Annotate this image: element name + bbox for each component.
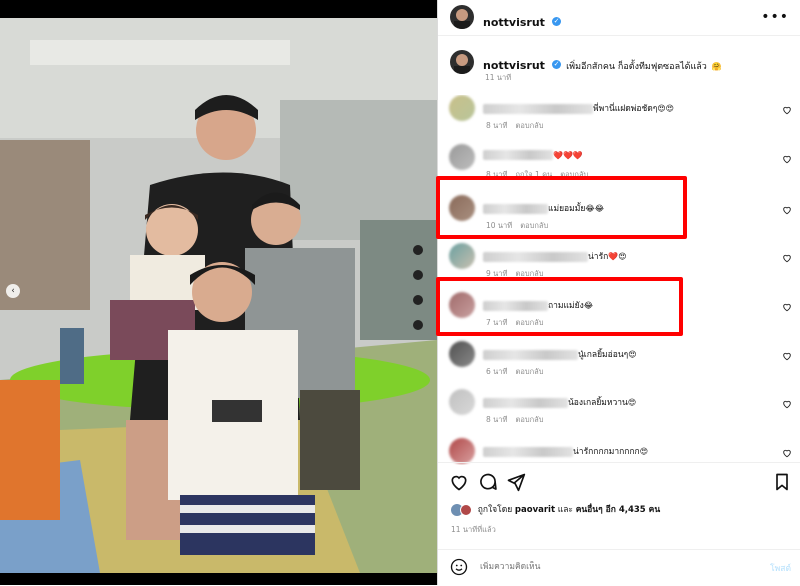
- comment-like-icon[interactable]: [782, 154, 792, 164]
- likes-summary: ถูกใจโดย paovarit และ คนอื่นๆ อีก 4,435 …: [451, 502, 660, 516]
- comment-like-icon[interactable]: [782, 105, 792, 115]
- highlight-box: [436, 277, 683, 336]
- comment-input[interactable]: [478, 561, 722, 573]
- comment-username-blurred[interactable]: [483, 251, 588, 262]
- comment-item: พี่พานี่แฝดพ่อชัดๆ😍😍 8 นาที ตอบกลับ: [438, 95, 800, 144]
- add-comment-bar: โพสต์: [438, 549, 800, 586]
- reply-link[interactable]: ตอบกลับ: [515, 121, 543, 130]
- comment-emoji: 😍😍: [657, 104, 675, 113]
- comment-text-line: น่ารักกกกมากกกก😍: [483, 444, 648, 458]
- comment-item: นู๋เกลยิ้มอ่อนๆ😍 6 นาที ตอบกลับ: [438, 341, 800, 390]
- post-photo: ‹: [0, 0, 437, 585]
- comment-emoji: 😍: [627, 398, 637, 407]
- avatar[interactable]: [449, 243, 475, 269]
- comment-emoji: 😍: [628, 350, 637, 359]
- comment-item: น่ารักกกกมากกกก😍: [438, 438, 800, 465]
- comment-text-line: น่ารัก❤️😍: [483, 249, 627, 263]
- caption-username[interactable]: nottvisrut: [483, 59, 545, 72]
- comment-like-icon[interactable]: [782, 399, 792, 409]
- post-comment-button[interactable]: โพสต์: [770, 561, 791, 575]
- share-icon[interactable]: [506, 472, 526, 492]
- comment-username-blurred[interactable]: [483, 446, 573, 457]
- caption: nottvisrut ✓ เพิ่มอีกสักคน ก็อตั้งทีมฟุต…: [483, 54, 722, 73]
- caption-emoji: 🤗: [711, 62, 722, 71]
- action-bar: [438, 462, 800, 503]
- more-icon[interactable]: •••: [761, 9, 789, 25]
- post-time: 11 นาทีที่แล้ว: [451, 525, 496, 534]
- comment-emoji: ❤️😍: [608, 252, 627, 261]
- reply-link[interactable]: ตอบกลับ: [515, 415, 543, 424]
- liker-avatars: [451, 503, 475, 516]
- comment-text-line: ❤️❤️❤️: [483, 150, 583, 161]
- comment-meta: 8 นาที ตอบกลับ: [486, 414, 552, 426]
- comment-icon[interactable]: [478, 472, 498, 492]
- comment-username-blurred[interactable]: [483, 397, 568, 408]
- comment-item: น้องเกลยิ้มหวาน😍 8 นาที ตอบกลับ: [438, 389, 800, 438]
- avatar[interactable]: [449, 341, 475, 367]
- comment-text: น้องเกลยิ้มหวาน: [568, 398, 628, 408]
- carousel-prev-icon[interactable]: ‹: [6, 284, 20, 298]
- comment-like-icon[interactable]: [782, 448, 792, 458]
- comment-text-line: นู๋เกลยิ้มอ่อนๆ😍: [483, 347, 637, 361]
- comment-text: น่ารักกกกมากกกก: [573, 447, 640, 457]
- reply-link[interactable]: ตอบกลับ: [515, 367, 543, 376]
- comment-meta-item: 6 นาที: [486, 367, 508, 376]
- comment-like-icon[interactable]: [782, 351, 792, 361]
- avatar[interactable]: [450, 50, 474, 74]
- caption-time: 11 นาที: [485, 73, 512, 82]
- comment-meta-item: 8 นาที: [486, 415, 508, 424]
- comment-emoji: 😍: [639, 447, 649, 456]
- comment-text: นู๋เกลยิ้มอ่อนๆ: [578, 350, 629, 360]
- highlight-box: [436, 176, 687, 239]
- likes-suffix: และ: [557, 505, 573, 515]
- comment-like-icon[interactable]: [782, 205, 792, 215]
- post-panel: nottvisrut ✓ ••• nottvisrut ✓ เพิ่มอีกสั…: [436, 0, 800, 586]
- comment-text: น่ารัก: [588, 252, 609, 262]
- avatar[interactable]: [449, 438, 475, 464]
- emoji-icon[interactable]: [450, 558, 468, 576]
- likes-others[interactable]: คนอื่นๆ อีก 4,435 คน: [576, 505, 661, 515]
- avatar[interactable]: [449, 144, 475, 170]
- avatar[interactable]: [450, 5, 474, 29]
- likes-prefix: ถูกใจโดย: [477, 505, 513, 515]
- verified-icon: ✓: [552, 60, 562, 69]
- heart-icon[interactable]: [449, 472, 469, 492]
- comment-username-blurred[interactable]: [483, 150, 553, 160]
- avatar[interactable]: [449, 389, 475, 415]
- comment-meta: 6 นาที ตอบกลับ: [486, 366, 552, 378]
- comment-like-icon[interactable]: [782, 302, 792, 312]
- family-photo-image: [0, 0, 437, 585]
- avatar[interactable]: [449, 95, 475, 121]
- comment-meta-item: 8 นาที: [486, 121, 508, 130]
- comment-username-blurred[interactable]: [483, 349, 578, 360]
- comment-username-blurred[interactable]: [483, 103, 593, 114]
- comment-meta: 8 นาที ตอบกลับ: [486, 120, 552, 132]
- comment-text: พี่พานี่แฝดพ่อชัดๆ: [593, 104, 658, 114]
- post-header: nottvisrut ✓ •••: [438, 0, 800, 36]
- comment-emoji: ❤️❤️❤️: [553, 150, 583, 160]
- comment-text-line: พี่พานี่แฝดพ่อชัดๆ😍😍: [483, 101, 674, 115]
- header-username[interactable]: nottvisrut: [483, 16, 545, 29]
- bookmark-icon[interactable]: [772, 472, 792, 492]
- caption-text: เพิ่มอีกสักคน ก็อตั้งทีมฟุตซอลได้แล้ว: [566, 62, 707, 72]
- liker-username[interactable]: paovarit: [515, 505, 555, 515]
- comment-like-icon[interactable]: [782, 253, 792, 263]
- comment-text-line: น้องเกลยิ้มหวาน😍: [483, 395, 636, 409]
- verified-icon: ✓: [552, 17, 562, 26]
